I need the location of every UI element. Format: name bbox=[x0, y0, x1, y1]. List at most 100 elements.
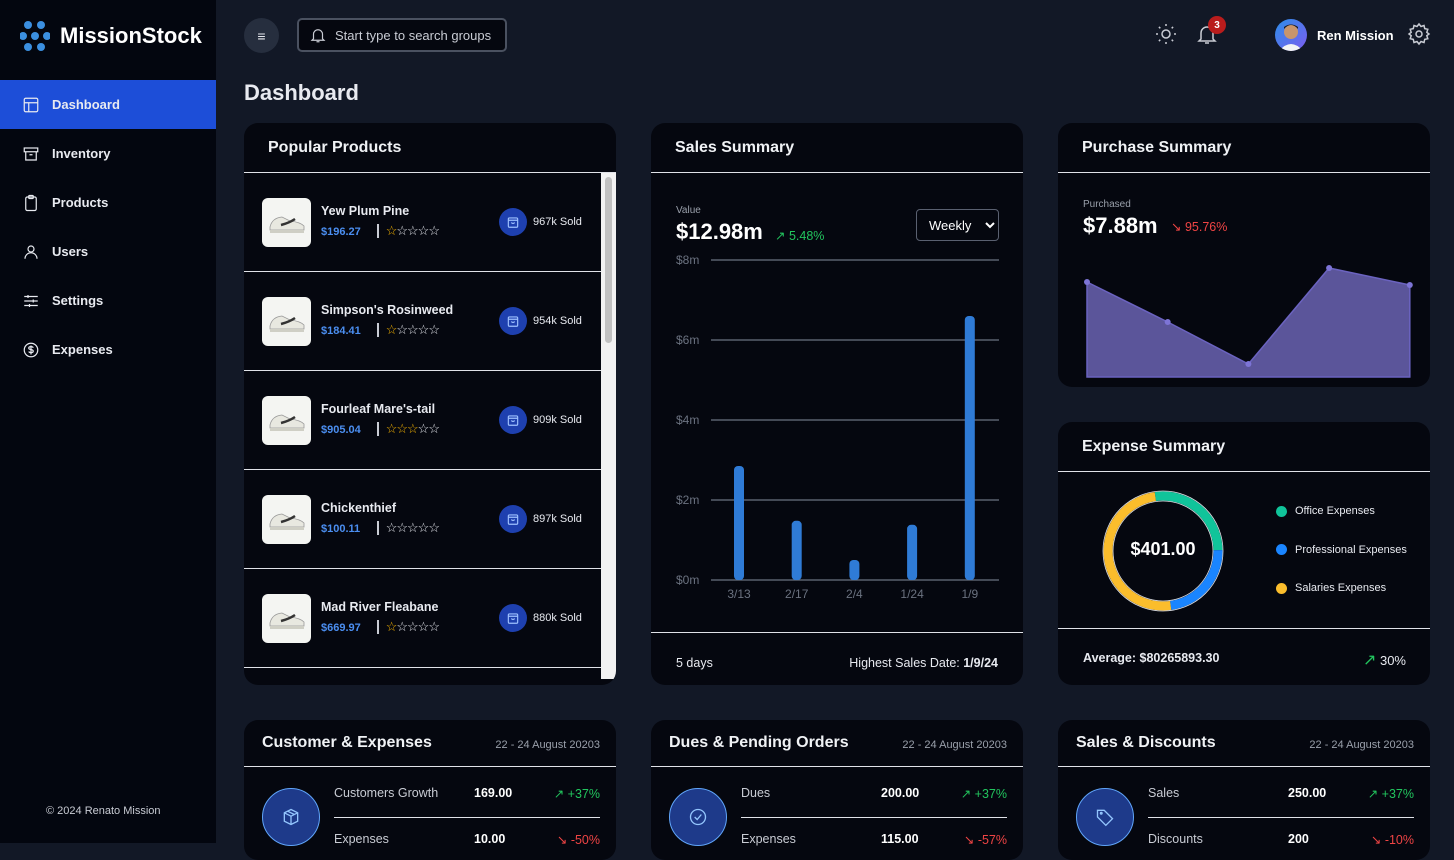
scrollbar-thumb[interactable] bbox=[605, 177, 612, 343]
expense-summary-card: Expense Summary $401.00 Office Expenses P… bbox=[1058, 422, 1430, 685]
user-name[interactable]: Ren Mission bbox=[1317, 28, 1394, 43]
product-rating: ☆☆☆☆☆ bbox=[376, 421, 440, 436]
page-title: Dashboard bbox=[244, 80, 359, 105]
stat-row: Expenses 115.00 ↘ -57% bbox=[741, 832, 1007, 852]
product-row[interactable]: Chickenthief $100.11 ☆☆☆☆☆ 897k Sold bbox=[244, 470, 601, 569]
shopping-bag-icon bbox=[499, 307, 527, 335]
star-icon: ☆ bbox=[407, 520, 419, 535]
period-select[interactable]: Weekly bbox=[916, 209, 999, 241]
card-title: Expense Summary bbox=[1058, 422, 1430, 472]
stat-change-value: -50% bbox=[570, 833, 600, 847]
popular-products-card: Popular Products Yew Plum Pine $196.27 ☆… bbox=[244, 123, 616, 685]
data-point[interactable] bbox=[1245, 361, 1252, 367]
y-tick-label: $4m bbox=[676, 413, 699, 427]
data-point[interactable] bbox=[1084, 279, 1090, 285]
highest-label: Highest Sales Date: bbox=[849, 656, 960, 670]
shopping-bag-icon bbox=[499, 208, 527, 236]
x-tick-label: 3/13 bbox=[727, 587, 751, 601]
trend-down-icon: ↘ bbox=[1171, 220, 1182, 234]
y-tick-label: $2m bbox=[676, 493, 699, 507]
sidebar-item-inventory[interactable]: Inventory bbox=[0, 129, 216, 178]
package-icon bbox=[283, 808, 299, 826]
stat-label: Dues bbox=[741, 786, 771, 800]
sales-summary-card: Sales Summary Value $12.98m ↗ 5.48% Week… bbox=[651, 123, 1023, 685]
stat-value: 169.00 bbox=[474, 786, 513, 800]
product-price: $100.11 bbox=[321, 523, 361, 535]
legend-item: Office Expenses bbox=[1276, 505, 1375, 517]
archive-icon bbox=[23, 146, 39, 161]
bar[interactable] bbox=[849, 560, 860, 580]
trend-up-icon: ↗ bbox=[1367, 787, 1379, 801]
tag-icon bbox=[1096, 809, 1114, 827]
stat-change-value: -57% bbox=[977, 833, 1007, 847]
value-label: Value bbox=[676, 205, 701, 216]
trend-up-icon: ↗ bbox=[775, 229, 786, 243]
sidebar-item-label: Dashboard bbox=[52, 97, 120, 112]
card-title: Popular Products bbox=[244, 123, 616, 173]
bar[interactable] bbox=[791, 520, 802, 580]
product-name: Yew Plum Pine bbox=[321, 204, 410, 218]
star-icon: ☆ bbox=[396, 619, 408, 634]
star-icon: ☆ bbox=[428, 619, 440, 634]
stat-change-value: +37% bbox=[1381, 787, 1414, 801]
sidebar-item-label: Inventory bbox=[52, 146, 111, 161]
star-icon: ☆ bbox=[396, 421, 408, 436]
legend-dot bbox=[1276, 505, 1287, 517]
legend-dot bbox=[1276, 544, 1287, 555]
data-point[interactable] bbox=[1164, 319, 1171, 325]
bar[interactable] bbox=[964, 316, 975, 580]
purchase-change-value: 95.76% bbox=[1184, 220, 1228, 234]
product-sold: 880k Sold bbox=[533, 612, 582, 624]
layout-icon bbox=[23, 97, 39, 112]
data-point[interactable] bbox=[1406, 282, 1413, 288]
logo-icon bbox=[20, 21, 50, 51]
sidebar-item-expenses[interactable]: Expenses bbox=[0, 325, 216, 374]
card-title: Purchase Summary bbox=[1058, 123, 1430, 173]
legend-dot bbox=[1276, 582, 1287, 594]
sidebar-item-settings[interactable]: Settings bbox=[0, 276, 216, 325]
stat-label: Expenses bbox=[334, 832, 389, 846]
stat-change: ↗ +37% bbox=[961, 786, 1007, 801]
legend-item: Professional Expenses bbox=[1276, 544, 1407, 556]
stat-label: Discounts bbox=[1148, 832, 1203, 846]
product-row[interactable]: Mad River Fleabane $669.97 ☆☆☆☆☆ 880k So… bbox=[244, 569, 601, 668]
star-icon: ☆ bbox=[428, 421, 440, 436]
product-price: $669.97 bbox=[321, 622, 361, 634]
product-image bbox=[262, 396, 311, 445]
product-row[interactable]: Simpson's Rosinweed $184.41 ☆☆☆☆☆ 954k S… bbox=[244, 272, 601, 371]
sidebar-item-products[interactable]: Products bbox=[0, 178, 216, 227]
search-input[interactable] bbox=[335, 27, 505, 43]
bar[interactable] bbox=[907, 524, 918, 580]
y-tick-label: $8m bbox=[676, 253, 699, 267]
product-rating: ☆☆☆☆☆ bbox=[376, 520, 440, 535]
sidebar-item-dashboard[interactable]: Dashboard bbox=[0, 80, 216, 129]
clipboard-icon bbox=[25, 194, 37, 211]
product-price: $196.27 bbox=[321, 226, 361, 238]
product-row[interactable]: Yew Plum Pine $196.27 ☆☆☆☆☆ 967k Sold bbox=[244, 173, 601, 272]
product-row[interactable]: Fourleaf Mare's-tail $905.04 ☆☆☆☆☆ 909k … bbox=[244, 371, 601, 470]
data-point[interactable] bbox=[1326, 265, 1333, 271]
menu-toggle-button[interactable]: ≡ bbox=[244, 18, 279, 53]
logo[interactable]: MissionStock bbox=[20, 20, 202, 52]
purchase-area-chart bbox=[1084, 265, 1413, 378]
sidebar-item-users[interactable]: Users bbox=[0, 227, 216, 276]
search-box[interactable] bbox=[297, 18, 507, 52]
expense-change: ↗ 30% bbox=[1363, 650, 1406, 670]
stat-value: 10.00 bbox=[474, 832, 506, 846]
bar[interactable] bbox=[734, 466, 744, 580]
star-icon: ☆ bbox=[396, 223, 408, 238]
star-icon: ☆ bbox=[385, 619, 398, 634]
settings-button[interactable] bbox=[1407, 22, 1431, 46]
star-icon: ☆ bbox=[417, 619, 430, 634]
stat-row: Sales 250.00 ↗ +37% bbox=[1148, 786, 1414, 806]
avatar[interactable] bbox=[1275, 19, 1307, 51]
sidebar-item-label: Products bbox=[52, 195, 109, 210]
stat-change: ↘ -50% bbox=[557, 832, 600, 847]
stat-row: Dues 200.00 ↗ +37% bbox=[741, 786, 1007, 806]
stat-row: Discounts 200 ↘ -10% bbox=[1148, 832, 1414, 852]
scrollbar[interactable] bbox=[601, 173, 616, 679]
stat-row: Expenses 10.00 ↘ -50% bbox=[334, 832, 600, 852]
star-icon: ☆ bbox=[385, 520, 398, 535]
product-sold: 909k Sold bbox=[533, 414, 582, 426]
theme-toggle-button[interactable] bbox=[1154, 22, 1178, 46]
